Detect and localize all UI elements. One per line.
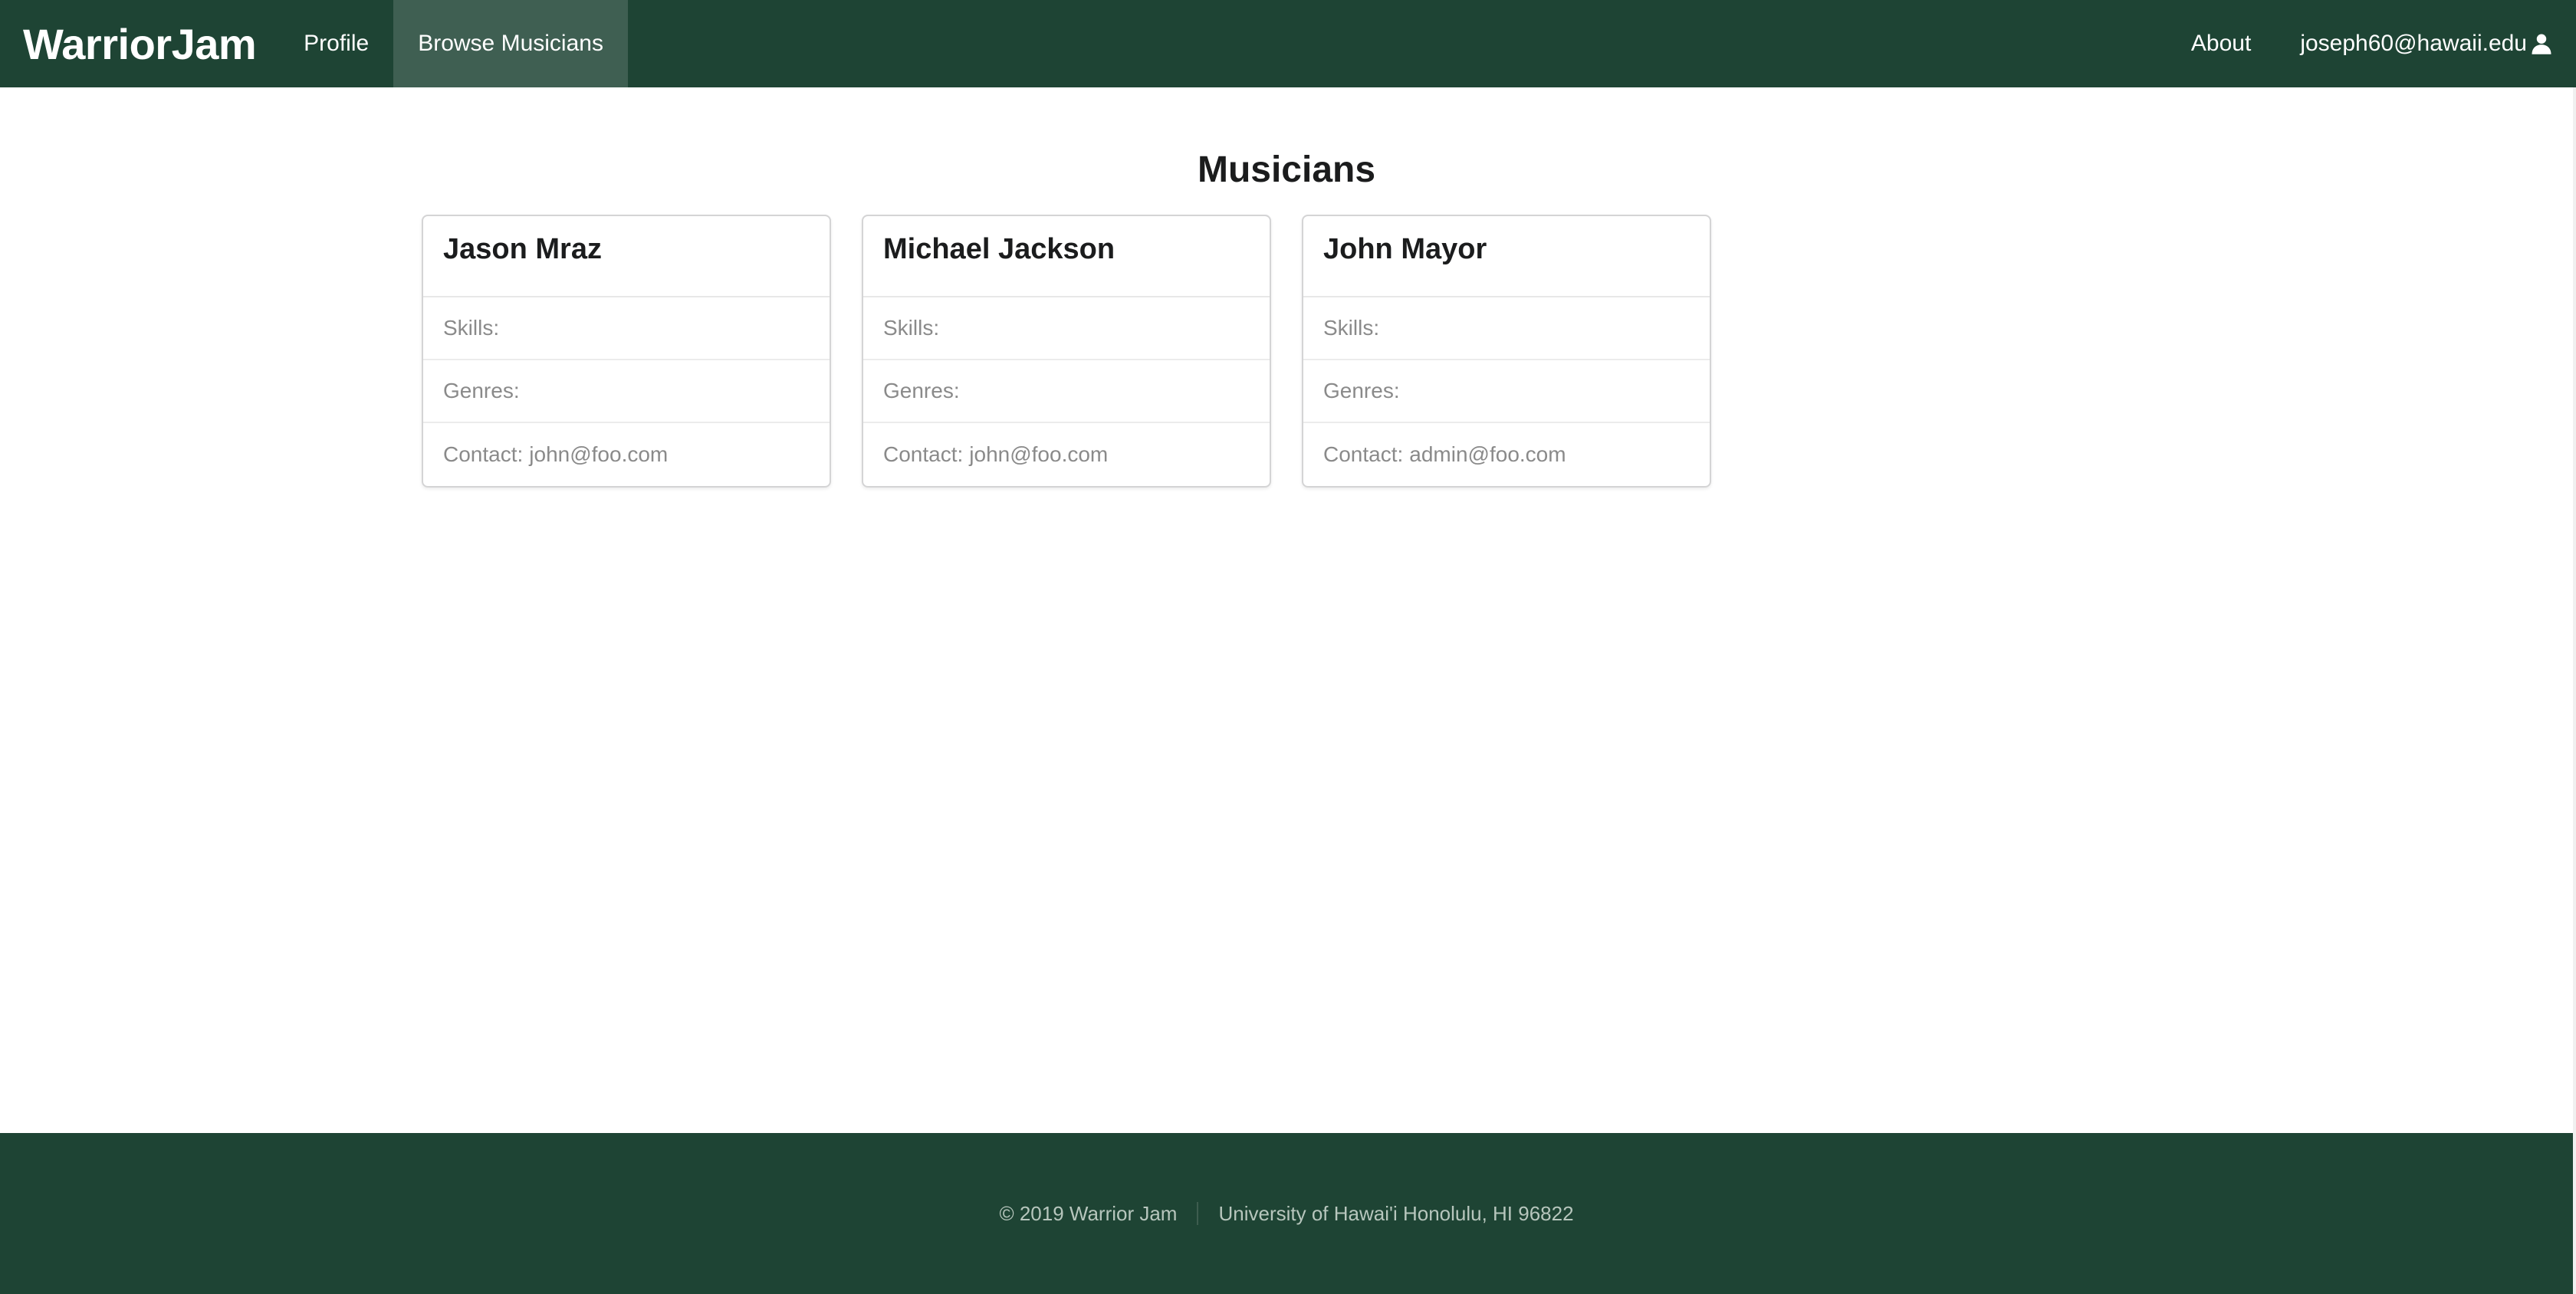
footer-copyright: © 2019 Warrior Jam bbox=[999, 1201, 1178, 1225]
musician-card: Jason Mraz Skills: Genres: Contact: john… bbox=[422, 215, 831, 488]
contact-row: Contact: john@foo.com bbox=[863, 423, 1270, 486]
skills-row: Skills: bbox=[423, 297, 830, 360]
contact-row: Contact: admin@foo.com bbox=[1303, 423, 1710, 486]
user-icon bbox=[2532, 34, 2551, 54]
skills-row: Skills: bbox=[863, 297, 1270, 360]
footer: © 2019 Warrior Jam University of Hawai'i… bbox=[0, 1133, 2573, 1294]
top-navbar: WarriorJam Profile Browse Musicians Abou… bbox=[0, 0, 2576, 87]
skills-row: Skills: bbox=[1303, 297, 1710, 360]
nav-item-about[interactable]: About bbox=[2167, 0, 2275, 87]
genres-label: Genres: bbox=[443, 379, 520, 402]
musician-card: Michael Jackson Skills: Genres: Contact:… bbox=[862, 215, 1271, 488]
contact-value: admin@foo.com bbox=[1409, 442, 1566, 466]
genres-row: Genres: bbox=[1303, 360, 1710, 423]
musician-cards: Jason Mraz Skills: Genres: Contact: john… bbox=[422, 215, 1711, 488]
musician-name: Michael Jackson bbox=[863, 216, 1270, 297]
musician-name: John Mayor bbox=[1303, 216, 1710, 297]
footer-divider bbox=[1197, 1202, 1199, 1225]
skills-label: Skills: bbox=[883, 316, 940, 340]
musician-name: Jason Mraz bbox=[423, 216, 830, 297]
footer-address: University of Hawai'i Honolulu, HI 96822 bbox=[1218, 1201, 1574, 1225]
page-title: Musicians bbox=[1197, 149, 1376, 190]
musician-card: John Mayor Skills: Genres: Contact: admi… bbox=[1302, 215, 1711, 488]
contact-label: Contact: bbox=[1323, 442, 1404, 466]
contact-row: Contact: john@foo.com bbox=[423, 423, 830, 486]
user-email: joseph60@hawaii.edu bbox=[2300, 31, 2527, 56]
genres-row: Genres: bbox=[863, 360, 1270, 423]
navbar-right: About joseph60@hawaii.edu bbox=[2167, 0, 2576, 87]
skills-label: Skills: bbox=[1323, 316, 1380, 340]
brand-logo[interactable]: WarriorJam bbox=[0, 0, 279, 87]
contact-label: Contact: bbox=[443, 442, 524, 466]
main-content: Musicians Jason Mraz Skills: Genres: Con… bbox=[0, 87, 2576, 1133]
nav-item-browse-musicians[interactable]: Browse Musicians bbox=[393, 0, 628, 87]
nav-item-profile[interactable]: Profile bbox=[279, 0, 393, 87]
page-scrollbar[interactable] bbox=[2573, 87, 2576, 1294]
genres-label: Genres: bbox=[883, 379, 960, 402]
genres-label: Genres: bbox=[1323, 379, 1400, 402]
contact-label: Contact: bbox=[883, 442, 964, 466]
genres-row: Genres: bbox=[423, 360, 830, 423]
contact-value: john@foo.com bbox=[529, 442, 669, 466]
contact-value: john@foo.com bbox=[969, 442, 1109, 466]
skills-label: Skills: bbox=[443, 316, 500, 340]
user-menu[interactable]: joseph60@hawaii.edu bbox=[2275, 0, 2576, 87]
